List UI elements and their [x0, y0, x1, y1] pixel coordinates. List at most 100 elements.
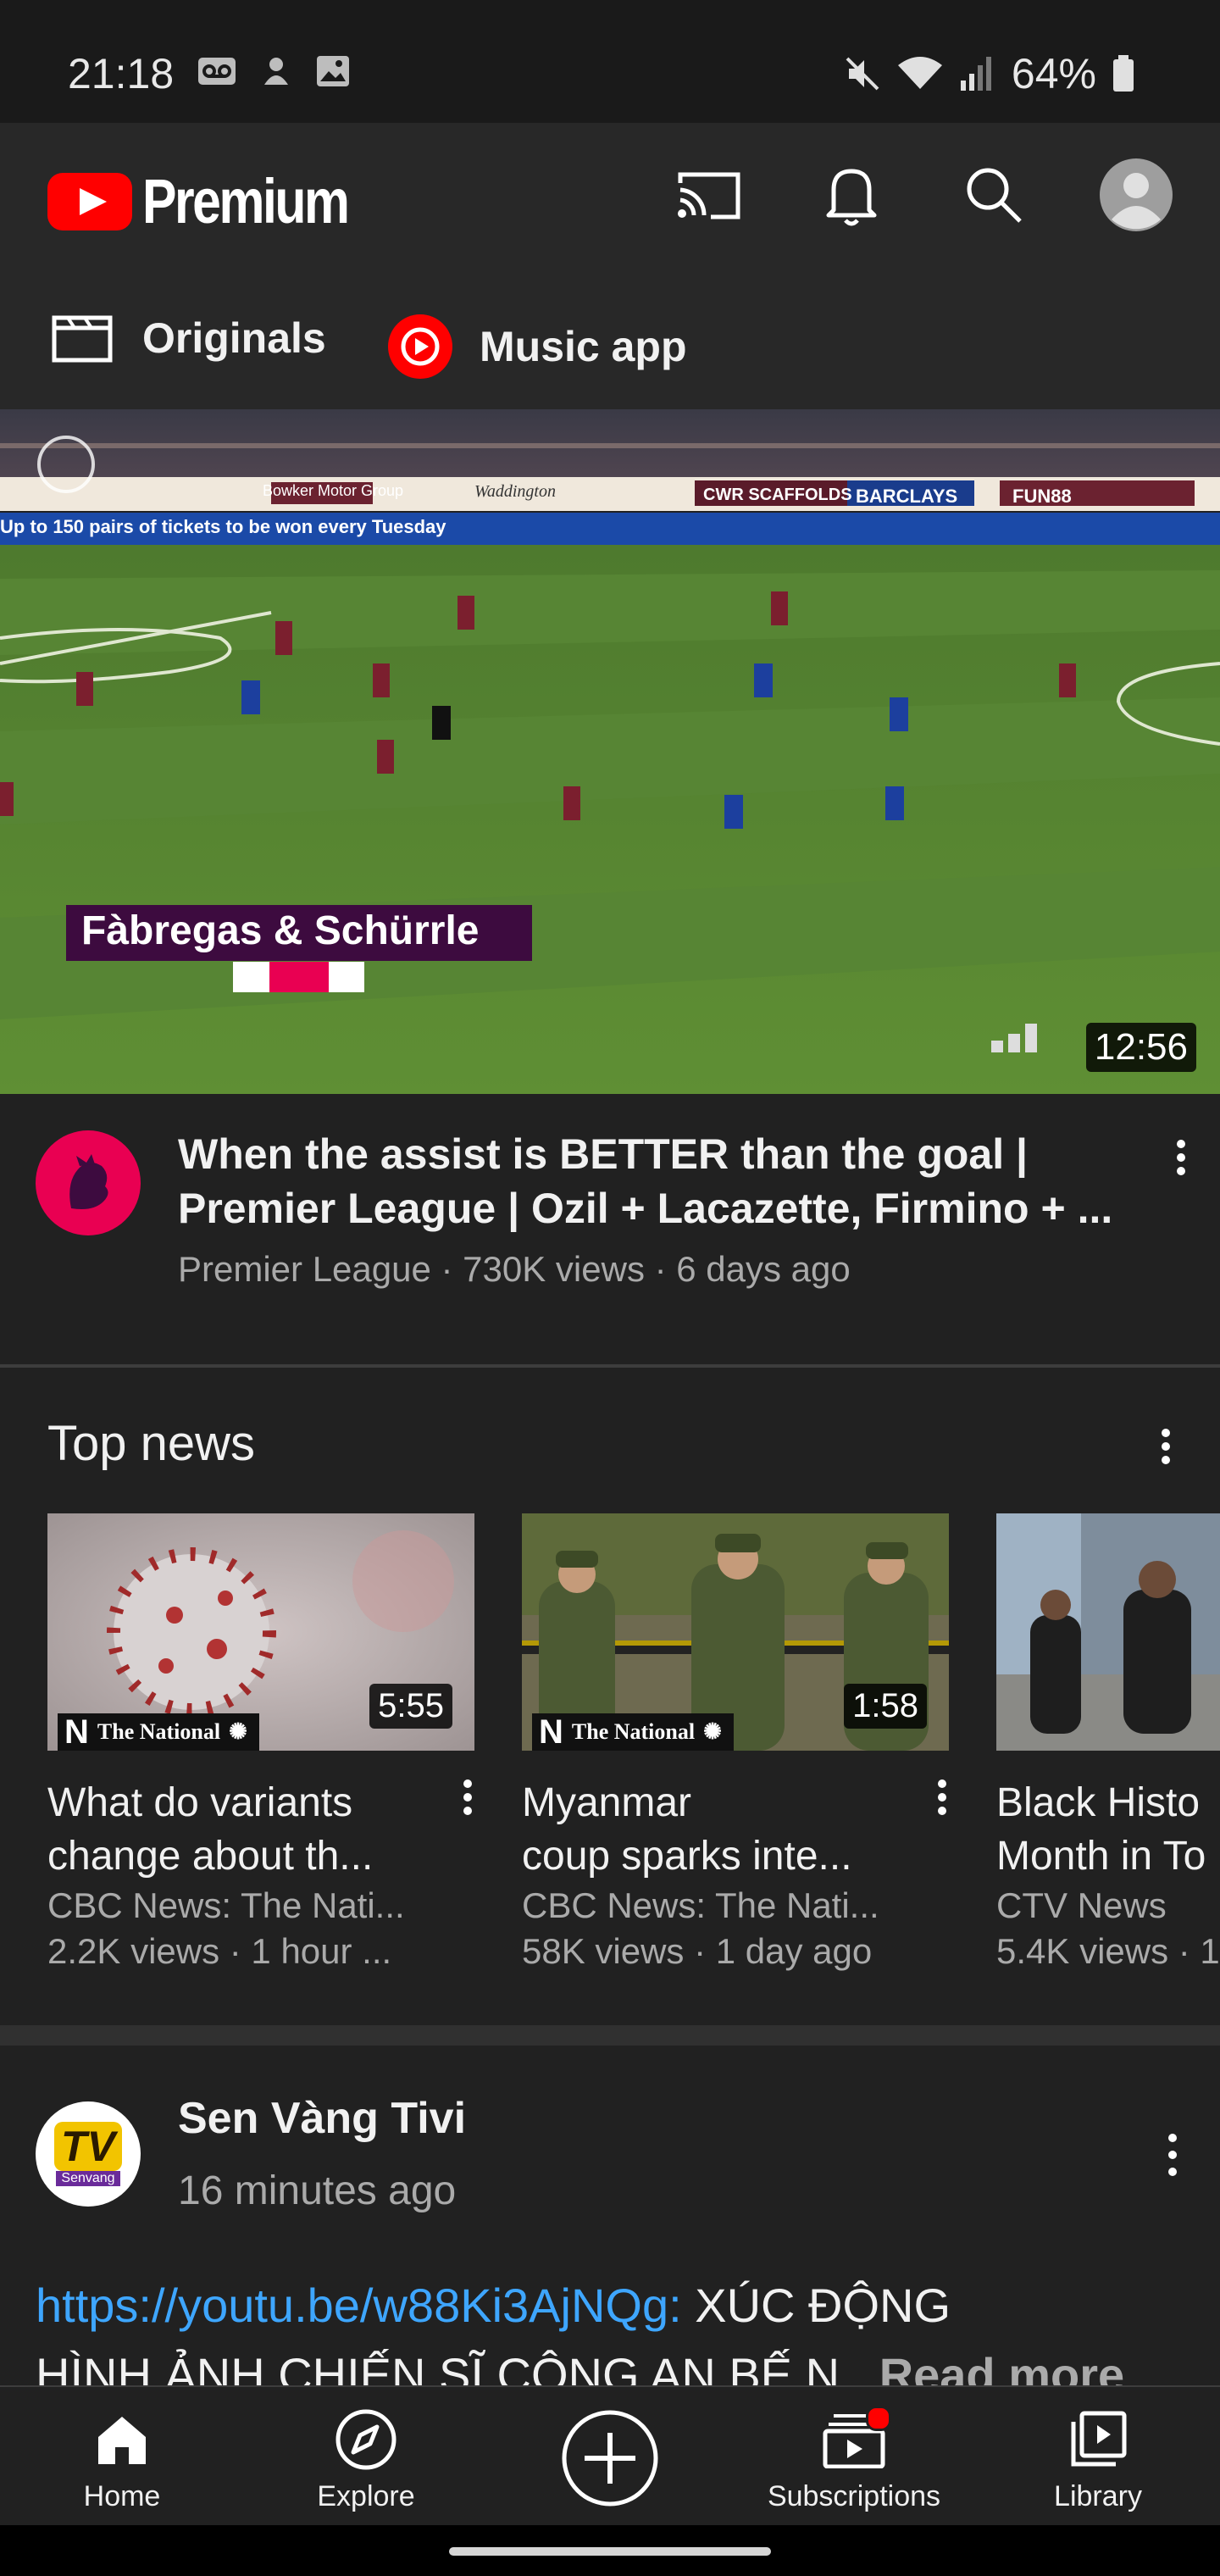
post-channel-name[interactable]: Sen Vàng Tivi	[178, 2093, 466, 2144]
card-title-line2: coup sparks inte...	[522, 1834, 852, 1879]
news-thumbnail: N The National ✺ 5:55	[47, 1513, 474, 1751]
nav-subscriptions[interactable]: Subscriptions	[732, 2387, 976, 2527]
nav-label: Library	[1054, 2480, 1142, 2512]
nav-label: Explore	[317, 2480, 415, 2512]
battery-icon	[1113, 55, 1134, 92]
chip-label: Originals	[142, 314, 326, 362]
duration-badge: 1:58	[844, 1684, 927, 1729]
card-more-button[interactable]	[442, 1768, 493, 1827]
badge-label: The National	[571, 1719, 696, 1744]
the-national-badge: N The National ✺	[532, 1713, 734, 1751]
battery-percent: 64%	[1011, 50, 1096, 97]
card-title-line1: Black Histo	[996, 1780, 1201, 1825]
home-icon	[98, 2417, 146, 2464]
n-logo-icon: N	[64, 1713, 89, 1751]
card-channel: CBC News: The Nati...	[47, 1885, 405, 1925]
compass-icon	[336, 2409, 396, 2470]
notification-app-icon	[264, 58, 288, 85]
search-icon	[967, 168, 1022, 223]
avatar-logo-text: TV	[54, 2122, 122, 2171]
news-card[interactable]: N The National ✺ 5:55 What do variants c…	[47, 1513, 474, 1974]
post-link[interactable]: https://youtu.be/w88Ki3AjNQg:	[36, 2279, 682, 2332]
news-card[interactable]: N The National ✺ 1:58 Myanmar coup spark…	[522, 1513, 949, 1974]
section-separator	[0, 2025, 1220, 2046]
badge-label: The National	[97, 1719, 221, 1744]
lion-logo-icon	[69, 1154, 108, 1209]
gallery-icon	[317, 56, 349, 86]
chip-music-app[interactable]: Music app	[386, 313, 686, 380]
card-title-line1: Myanmar	[522, 1780, 692, 1825]
video-title[interactable]: When the assist is BETTER than the goal …	[178, 1127, 1118, 1235]
wifi-icon	[897, 57, 942, 89]
app-header: Premium	[0, 123, 1220, 267]
youtube-premium-logo[interactable]: Premium	[47, 165, 393, 237]
news-thumbnail	[996, 1513, 1220, 1751]
football-pitch-image	[0, 409, 1220, 1094]
card-more-button[interactable]	[917, 1768, 968, 1827]
youtube-music-icon	[388, 314, 452, 379]
home-gesture-handle[interactable]	[449, 2547, 771, 2556]
card-title-line2: Month in To	[996, 1834, 1206, 1879]
youtube-play-logo-icon	[47, 172, 132, 230]
top-news-more-button[interactable]	[1140, 1417, 1191, 1476]
brand-label: Premium	[142, 166, 350, 236]
card-stats: 5.4K views · 1	[996, 1931, 1220, 1971]
more-vert-icon	[1162, 1429, 1170, 1464]
card-stats: 2.2K views · 1 hour ...	[47, 1931, 392, 1971]
duration-badge: 5:55	[369, 1684, 452, 1729]
add-circle-icon	[562, 2410, 658, 2507]
video-meta: Premier League · 730K views · 6 days ago	[178, 1249, 851, 1289]
nav-explore[interactable]: Explore	[244, 2387, 488, 2527]
hero-caption: Fàbregas & Schürrle	[81, 908, 480, 953]
bottom-navigation: Home Explore Subscriptions Library	[0, 2385, 1220, 2527]
chips-row: Originals Music app	[0, 267, 1220, 409]
top-news-title: Top news	[47, 1416, 256, 1471]
nav-label: Home	[83, 2480, 161, 2512]
nav-label: Subscriptions	[767, 2480, 941, 2512]
avatar-icon	[1100, 158, 1173, 231]
bell-icon	[826, 169, 877, 226]
card-channel: CBC News: The Nati...	[522, 1885, 879, 1925]
ticket-banner-text: Up to 150 pairs of tickets to be won eve…	[0, 516, 446, 537]
post-more-button[interactable]	[1147, 2125, 1198, 2185]
more-vert-icon	[1177, 1140, 1185, 1175]
signal-icon	[960, 57, 991, 91]
chip-originals[interactable]: Originals	[51, 313, 326, 364]
card-title-line1: What do variants	[47, 1780, 353, 1825]
status-bar: 21:18 64%	[0, 0, 1220, 123]
search-button[interactable]	[956, 157, 1032, 233]
mute-icon	[846, 57, 879, 91]
status-time: 21:18	[68, 50, 175, 97]
voicemail-icon	[198, 58, 236, 85]
more-vert-icon	[938, 1779, 946, 1815]
divider	[0, 1364, 1220, 1368]
post-text-line1: XÚC ĐỘNG	[681, 2279, 951, 2332]
ad-board-5: FUN88	[1012, 486, 1072, 507]
nav-create[interactable]	[488, 2387, 732, 2527]
ad-board-1: Bowker Motor Group	[263, 482, 404, 499]
ad-board-4: BARCLAYS	[856, 486, 958, 507]
card-channel: CTV News	[996, 1885, 1167, 1925]
notifications-button[interactable]	[813, 157, 890, 233]
video-more-button[interactable]	[1156, 1128, 1206, 1187]
channel-avatar-premier-league[interactable]	[36, 1130, 141, 1235]
gesture-bar-area	[0, 2525, 1220, 2576]
n-logo-icon: N	[539, 1713, 563, 1751]
the-national-badge: N The National ✺	[58, 1713, 259, 1751]
clapperboard-icon	[52, 315, 113, 363]
post-time: 16 minutes ago	[178, 2168, 457, 2213]
account-button[interactable]	[1098, 157, 1174, 233]
chip-label: Music app	[480, 323, 687, 370]
nav-library[interactable]: Library	[976, 2387, 1220, 2527]
news-thumbnail: N The National ✺ 1:58	[522, 1513, 949, 1751]
cast-icon	[678, 172, 740, 219]
nav-home[interactable]: Home	[0, 2387, 244, 2527]
new-content-dot	[866, 2406, 891, 2431]
cast-button[interactable]	[671, 157, 747, 233]
channel-avatar-sen-vang[interactable]: TV Senvang	[36, 2101, 141, 2207]
cbc-logo-icon: ✺	[229, 1719, 247, 1744]
hero-video-thumbnail[interactable]: Up to 150 pairs of tickets to be won eve…	[0, 409, 1220, 1094]
hero-duration-badge: 12:56	[1085, 1023, 1196, 1072]
news-card[interactable]: Black Histo Month in To CTV News 5.4K vi…	[996, 1513, 1220, 1974]
library-icon	[1071, 2411, 1127, 2467]
